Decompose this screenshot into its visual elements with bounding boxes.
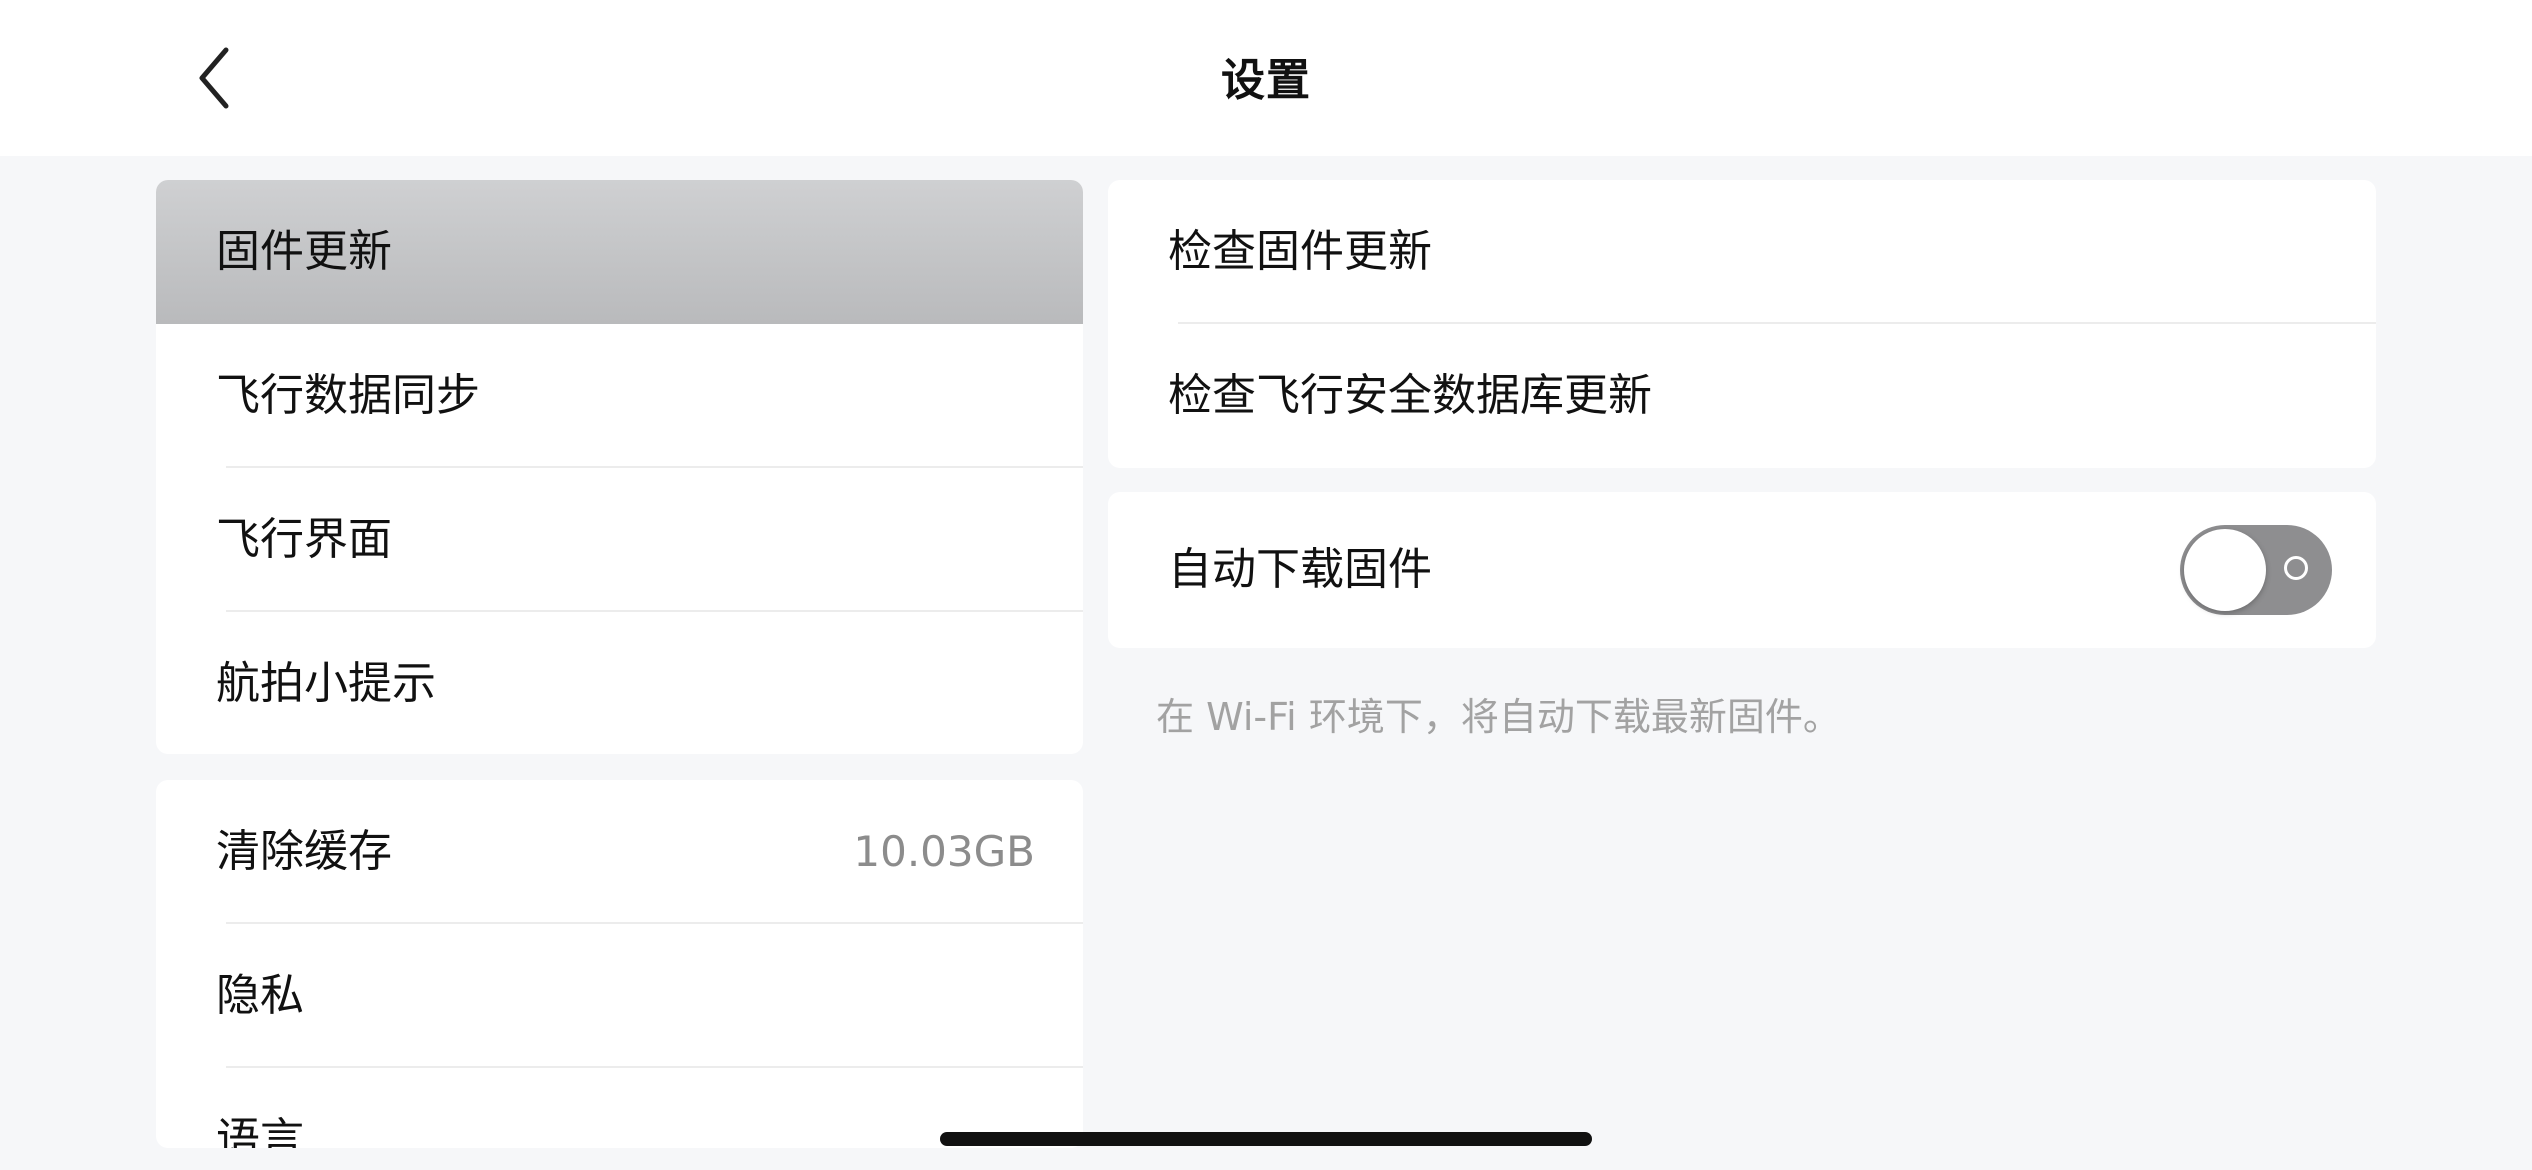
auto-download-toggle[interactable] bbox=[2180, 525, 2332, 615]
menu-item-clear-cache[interactable]: 清除缓存 10.03GB bbox=[156, 780, 1083, 924]
menu-item-flight-data-sync[interactable]: 飞行数据同步 bbox=[156, 324, 1083, 468]
cache-size-value: 10.03GB bbox=[853, 827, 1035, 876]
check-firmware-update-row[interactable]: 检查固件更新 bbox=[1108, 180, 2376, 324]
action-label: 检查固件更新 bbox=[1168, 226, 1432, 277]
menu-item-privacy[interactable]: 隐私 bbox=[156, 924, 1083, 1068]
auto-download-row: 自动下载固件 bbox=[1108, 492, 2376, 648]
auto-download-hint: 在 Wi-Fi 环境下，将自动下载最新固件。 bbox=[1156, 695, 1841, 739]
menu-item-label: 隐私 bbox=[216, 970, 304, 1021]
toggle-knob bbox=[2184, 529, 2266, 611]
menu-item-firmware-update[interactable]: 固件更新 bbox=[156, 180, 1083, 324]
settings-menu-group-1: 固件更新 飞行数据同步 飞行界面 航拍小提示 bbox=[156, 180, 1083, 754]
action-label: 检查飞行安全数据库更新 bbox=[1168, 370, 1652, 421]
menu-item-label: 航拍小提示 bbox=[216, 658, 436, 709]
auto-download-label: 自动下载固件 bbox=[1168, 544, 1432, 595]
menu-item-label: 清除缓存 bbox=[216, 826, 392, 877]
firmware-actions-group: 检查固件更新 检查飞行安全数据库更新 bbox=[1108, 180, 2376, 468]
page-title: 设置 bbox=[1221, 55, 1311, 106]
menu-item-aerial-tips[interactable]: 航拍小提示 bbox=[156, 612, 1083, 754]
menu-item-label: 语言 bbox=[216, 1114, 304, 1148]
settings-page: 设置 固件更新 飞行数据同步 飞行界面 航拍小提示 清除缓存 10.03GB 隐… bbox=[0, 0, 2532, 1170]
menu-item-label: 飞行界面 bbox=[216, 514, 392, 565]
menu-item-flight-interface[interactable]: 飞行界面 bbox=[156, 468, 1083, 612]
menu-item-label: 飞行数据同步 bbox=[216, 370, 480, 421]
menu-item-label: 固件更新 bbox=[216, 226, 392, 277]
settings-menu-group-2: 清除缓存 10.03GB 隐私 语言 bbox=[156, 780, 1083, 1148]
toggle-off-icon bbox=[2284, 556, 2308, 580]
header-bar: 设置 bbox=[0, 0, 2532, 156]
check-flysafe-database-row[interactable]: 检查飞行安全数据库更新 bbox=[1108, 324, 2376, 468]
auto-download-group: 自动下载固件 bbox=[1108, 492, 2376, 648]
home-indicator[interactable] bbox=[940, 1132, 1592, 1146]
